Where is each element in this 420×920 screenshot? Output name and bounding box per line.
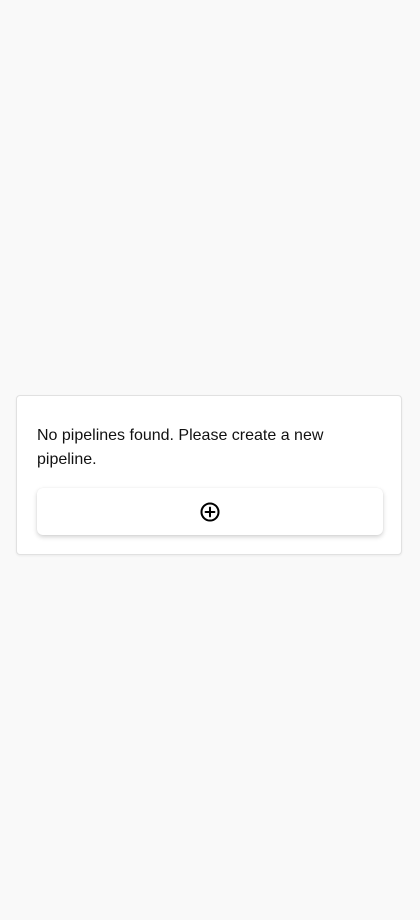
- pipelines-page: No pipelines found. Please create a new …: [0, 0, 420, 920]
- empty-state-card: No pipelines found. Please create a new …: [16, 395, 402, 555]
- plus-circle-icon: [200, 501, 220, 522]
- create-pipeline-button[interactable]: [37, 488, 383, 535]
- empty-state-message: No pipelines found. Please create a new …: [37, 427, 324, 468]
